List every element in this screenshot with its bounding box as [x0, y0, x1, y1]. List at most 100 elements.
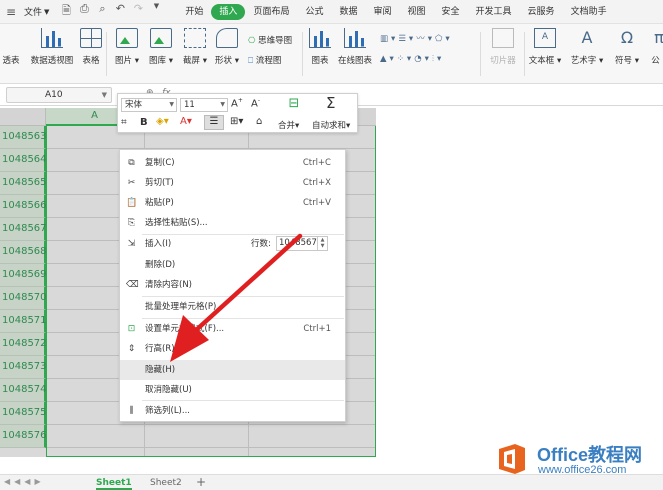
save-icon[interactable]: 🗎	[57, 2, 75, 21]
pivot-table-button[interactable]: 透表	[0, 28, 22, 66]
row-header[interactable]: 1048570	[0, 287, 47, 310]
redo-icon[interactable]: ↷	[129, 2, 147, 21]
menu-item-delete[interactable]: 删除(D)	[120, 255, 345, 275]
tab-home[interactable]: 开始	[177, 4, 211, 20]
print-preview-icon[interactable]: ⌕	[93, 2, 111, 21]
radar-chart-icon: ⬠▾	[434, 34, 453, 44]
wordart-button[interactable]: A 艺术字 ▾	[568, 28, 606, 66]
menu-item-hide[interactable]: 隐藏(H)	[120, 360, 345, 380]
online-chart-button[interactable]: 在线图表	[336, 28, 374, 66]
file-menu[interactable]: 文件 ▼	[24, 5, 49, 19]
menu-item-cut[interactable]: ✂ 剪切(T) Ctrl+X	[120, 173, 345, 193]
row-header[interactable]: 1048566	[0, 195, 47, 218]
format-painter-icon[interactable]: ⌗	[121, 117, 127, 128]
row-header[interactable]: 1048568	[0, 241, 47, 264]
chart-type-row-2[interactable]: ▲▾⁘▾◔▾⫶▾	[380, 54, 444, 64]
picture-label: 图片	[115, 56, 133, 66]
add-sheet-button[interactable]: +	[196, 475, 206, 489]
menu-item-paste-special[interactable]: ⎘ 选择性粘贴(S)...	[120, 213, 345, 233]
print-icon[interactable]: ⎙	[75, 2, 93, 21]
menu-item-filter-column[interactable]: ⫼ 筛选列(L)...	[120, 401, 345, 421]
tab-developer[interactable]: 开发工具	[468, 4, 520, 20]
sheet-tab-1[interactable]: Sheet1	[96, 478, 132, 490]
chart-type-row-1[interactable]: ▥▾☰▾〰▾⬠▾	[380, 32, 453, 44]
row-header[interactable]: 1048572	[0, 333, 47, 356]
border-icon[interactable]: ⊞▾	[230, 116, 243, 127]
menu-item-format-cells[interactable]: ⊡ 设置单元格格式(F)... Ctrl+1	[120, 319, 345, 339]
main-menu-icon[interactable]: ≡	[2, 5, 20, 19]
row-header[interactable]: 1048571	[0, 310, 47, 333]
row-count-stepper[interactable]: ▲ ▼	[317, 237, 327, 250]
table-button[interactable]: 表格	[80, 28, 102, 66]
mini-toolbar: 宋体 ▼ 11 ▼ A+ A- ⌗ B ◈▾ A▾ ☰ ⊞▾ ⌂ ⊟ 合并▾ Σ 自…	[117, 93, 358, 133]
tab-page-layout[interactable]: 页面布局	[245, 4, 297, 20]
name-box[interactable]: A10 ▼	[6, 87, 112, 103]
merge-icon[interactable]: ⊟	[280, 96, 308, 111]
picture-button[interactable]: 图片 ▾	[112, 28, 142, 66]
textbox-button[interactable]: A 文本框 ▾	[528, 28, 562, 66]
more-icon[interactable]: ▼	[147, 2, 165, 21]
tab-security[interactable]: 安全	[434, 4, 468, 20]
font-size-select[interactable]: 11 ▼	[180, 98, 228, 112]
menu-item-batch[interactable]: 批量处理单元格(P)	[120, 297, 345, 317]
bold-button[interactable]: B	[140, 117, 148, 128]
mindmap-button[interactable]: ⎔ 思维导图	[248, 34, 292, 46]
sheet-tab-2[interactable]: Sheet2	[150, 478, 182, 488]
tab-doc-assistant[interactable]: 文档助手	[563, 4, 615, 20]
autosum-button[interactable]: 自动求和▾	[312, 119, 350, 131]
screenshot-button[interactable]: 截屏 ▾	[180, 28, 210, 66]
menu-item-clear[interactable]: ⌫ 清除内容(N)	[120, 275, 345, 295]
menu-item-unhide[interactable]: 取消隐藏(U)	[120, 380, 345, 400]
flowchart-button[interactable]: ⎕ 流程图	[248, 54, 281, 66]
undo-icon[interactable]: ↶	[111, 2, 129, 21]
merge-button[interactable]: 合并▾	[278, 119, 299, 131]
row-header[interactable]: 1048573	[0, 356, 47, 379]
gallery-button[interactable]: 图库 ▾	[146, 28, 176, 66]
pivot-chart-button[interactable]: 数据透视图	[28, 28, 76, 66]
tab-cloud[interactable]: 云服务	[520, 4, 563, 20]
row-header[interactable]: 1048576	[0, 425, 47, 448]
font-color-icon[interactable]: A▾	[180, 116, 192, 127]
ribbon-divider	[302, 32, 303, 76]
menu-item-row-height[interactable]: ⇕ 行高(R)...	[120, 339, 345, 359]
menu-item-shortcut: Ctrl+C	[302, 158, 331, 168]
tab-review[interactable]: 审阅	[365, 4, 399, 20]
row-header[interactable]: 1048567	[0, 218, 47, 241]
shape-button[interactable]: 形状 ▾	[212, 28, 242, 66]
increase-font-icon[interactable]: A+	[231, 97, 243, 109]
row-header[interactable]: 1048564	[0, 149, 47, 172]
fill-color-icon[interactable]: ◈▾	[156, 116, 169, 127]
menu-item-paste[interactable]: 📋 粘贴(P) Ctrl+V	[120, 193, 345, 213]
ribbon-divider	[480, 32, 481, 76]
formula-button[interactable]: π 公	[648, 28, 663, 66]
tab-formulas[interactable]: 公式	[297, 4, 331, 20]
flowchart-icon: ⎕	[248, 56, 254, 66]
row-count-label: 行数:	[251, 239, 271, 249]
tab-insert[interactable]: 插入	[211, 3, 246, 20]
symbol-button[interactable]: Ω 符号 ▾	[612, 28, 642, 66]
decrease-font-icon[interactable]: A-	[251, 97, 260, 109]
chart-button[interactable]: 图表	[308, 28, 332, 66]
align-center-icon[interactable]: ☰	[204, 115, 224, 130]
menu-item-copy[interactable]: ⧉ 复制(C) Ctrl+C	[120, 153, 345, 173]
watermark: Office教程网 www.office26.com	[495, 440, 660, 484]
slicer-button[interactable]: 切片器	[486, 28, 520, 66]
row-header[interactable]: 1048575	[0, 402, 47, 425]
select-all-corner[interactable]	[0, 108, 46, 126]
row-header[interactable]: 1048565	[0, 172, 47, 195]
menu-item-label: 清除内容(N)	[145, 280, 192, 290]
menu-item-shortcut: Ctrl+V	[302, 198, 331, 208]
row-header[interactable]: 1048569	[0, 264, 47, 287]
row-header[interactable]: 1048574	[0, 379, 47, 402]
symbol-label: 符号	[615, 56, 633, 66]
gallery-label: 图库	[149, 56, 167, 66]
tab-view[interactable]: 视图	[400, 4, 434, 20]
font-size-value: 11	[184, 100, 195, 110]
sheet-nav-arrows[interactable]: ◀◀◀▶	[4, 477, 45, 486]
row-header[interactable]: 1048563	[0, 126, 47, 149]
tab-data[interactable]: 数据	[331, 4, 365, 20]
clear-format-icon[interactable]: ⌂	[256, 116, 262, 127]
sigma-icon[interactable]: Σ	[326, 94, 335, 112]
mindmap-label: 思维导图	[258, 36, 293, 46]
font-family-select[interactable]: 宋体 ▼	[121, 98, 177, 112]
